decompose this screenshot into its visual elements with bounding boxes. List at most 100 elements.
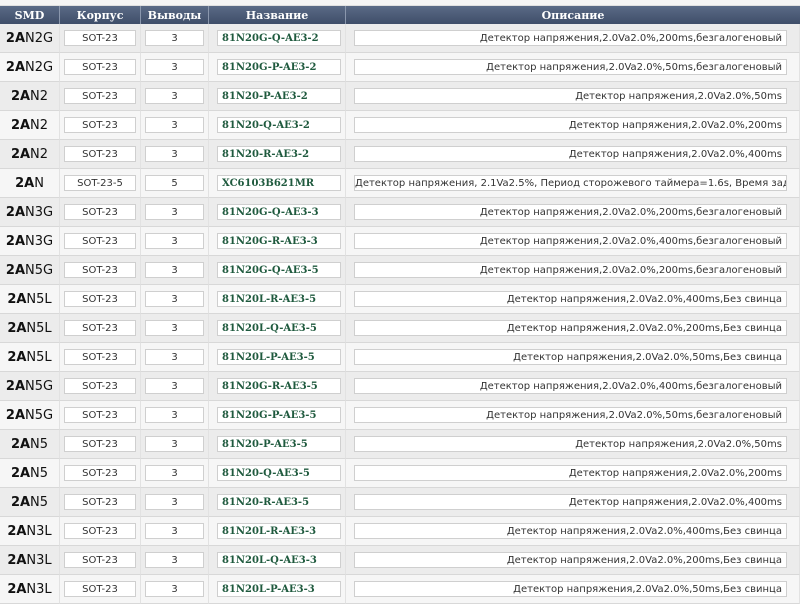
table-row[interactable]: 2AN2 SOT-23 3 81N20-R-AE3-2 Детектор напряже…	[0, 140, 800, 169]
pins-cell: 3	[141, 546, 209, 575]
part-name-link[interactable]: 81N20L-Q-AE3-3	[217, 552, 341, 568]
smd-code-prefix: 2A	[10, 146, 31, 162]
table-row[interactable]: 2AN3L SOT-23 3 81N20L-P-AE3-3 Детектор напря…	[0, 575, 800, 604]
column-header-pins[interactable]: Выводы	[141, 6, 209, 24]
table-row[interactable]: 2AN5 SOT-23 3 81N20-Q-AE3-5 Детектор напряже…	[0, 459, 800, 488]
description-cell: Детектор напряжения,2.0Va2.0%,200ms	[346, 459, 800, 488]
pins-value: 3	[145, 349, 204, 365]
part-name-link[interactable]: 81N20-R-AE3-2	[217, 146, 341, 162]
table-row[interactable]: 2AN5 SOT-23 3 81N20-P-AE3-5 Детектор напряже…	[0, 430, 800, 459]
table-row[interactable]: 2AN SOT-23-5 5 XC6103B621MR Детектор напряже…	[0, 169, 800, 198]
package-value: SOT-23	[64, 88, 136, 104]
smd-code-prefix: 2A	[5, 407, 26, 423]
pins-cell: 3	[141, 24, 209, 53]
part-name-link[interactable]: 81N20L-P-AE3-5	[217, 349, 341, 365]
smd-code-cell: 2AN2	[0, 111, 60, 140]
part-name-link[interactable]: 81N20L-Q-AE3-5	[217, 320, 341, 336]
table-row[interactable]: 2AN3G SOT-23 3 81N20G-R-AE3-3 Детектор напря…	[0, 227, 800, 256]
package-value: SOT-23	[64, 117, 136, 133]
part-name-link[interactable]: 81N20G-Q-AE3-5	[217, 262, 341, 278]
column-header-description[interactable]: Описание	[346, 6, 800, 24]
smd-code-suffix: N3L	[26, 552, 52, 568]
package-value: SOT-23	[64, 523, 136, 539]
part-name-link[interactable]: 81N20L-P-AE3-3	[217, 581, 341, 597]
name-cell: 81N20G-R-AE3-5	[209, 372, 346, 401]
column-header-package[interactable]: Корпус	[60, 6, 141, 24]
smd-code-prefix: 2A	[5, 262, 26, 278]
name-cell: 81N20L-R-AE3-3	[209, 517, 346, 546]
smd-code-suffix: N5L	[26, 320, 52, 336]
package-value: SOT-23	[64, 552, 136, 568]
package-cell: SOT-23	[60, 459, 141, 488]
part-name-link[interactable]: 81N20-P-AE3-2	[217, 88, 341, 104]
column-header-smd[interactable]: SMD	[0, 6, 60, 24]
name-cell: 81N20-P-AE3-2	[209, 82, 346, 111]
part-name-link[interactable]: 81N20G-P-AE3-2	[217, 59, 341, 75]
name-cell: 81N20G-R-AE3-3	[209, 227, 346, 256]
package-value: SOT-23	[64, 436, 136, 452]
table-row[interactable]: 2AN5G SOT-23 3 81N20G-R-AE3-5 Детектор напря…	[0, 372, 800, 401]
table-row[interactable]: 2AN2G SOT-23 3 81N20G-Q-AE3-2 Детектор напря…	[0, 24, 800, 53]
smd-code-cell: 2AN3G	[0, 227, 60, 256]
table-row[interactable]: 2AN3L SOT-23 3 81N20L-Q-AE3-3 Детектор напря…	[0, 546, 800, 575]
table-row[interactable]: 2AN2 SOT-23 3 81N20-P-AE3-2 Детектор напряже…	[0, 82, 800, 111]
part-name-link[interactable]: 81N20-P-AE3-5	[217, 436, 341, 452]
package-cell: SOT-23	[60, 24, 141, 53]
table-row[interactable]: 2AN5G SOT-23 3 81N20G-P-AE3-5 Детектор напря…	[0, 401, 800, 430]
smd-code-suffix: N2G	[25, 30, 54, 46]
smd-code-prefix: 2A	[5, 378, 26, 394]
description-value: Детектор напряжения,2.0Va2.0%,50ms,безга…	[354, 407, 787, 423]
table-row[interactable]: 2AN5L SOT-23 3 81N20L-Q-AE3-5 Детектор напря…	[0, 314, 800, 343]
smd-code-suffix: N3L	[26, 523, 52, 539]
package-cell: SOT-23-5	[60, 169, 141, 198]
description-cell: Детектор напряжения, 2.1Va2.5%, Период с…	[346, 169, 800, 198]
description-value: Детектор напряжения, 2.1Va2.5%, Период с…	[354, 175, 787, 191]
smd-code-cell: 2AN5	[0, 459, 60, 488]
part-name-link[interactable]: 81N20G-P-AE3-5	[217, 407, 341, 423]
part-name-link[interactable]: 81N20G-R-AE3-3	[217, 233, 341, 249]
part-name-link[interactable]: 81N20L-R-AE3-3	[217, 523, 341, 539]
description-value: Детектор напряжения,2.0Va2.0%,200ms	[354, 465, 787, 481]
description-cell: Детектор напряжения,2.0Va2.0%,50ms,Без с…	[346, 343, 800, 372]
part-name-link[interactable]: 81N20-Q-AE3-5	[217, 465, 341, 481]
table-row[interactable]: 2AN5L SOT-23 3 81N20L-R-AE3-5 Детектор напря…	[0, 285, 800, 314]
part-name-link[interactable]: XC6103B621MR	[217, 175, 341, 191]
pins-cell: 3	[141, 198, 209, 227]
description-cell: Детектор напряжения,2.0Va2.0%,200ms,Без …	[346, 546, 800, 575]
part-name-link[interactable]: 81N20-R-AE3-5	[217, 494, 341, 510]
smd-code-suffix: N2G	[25, 59, 54, 75]
table-row[interactable]: 2AN5L SOT-23 3 81N20L-P-AE3-5 Детектор напря…	[0, 343, 800, 372]
package-value: SOT-23-5	[64, 175, 136, 191]
name-cell: 81N20G-Q-AE3-5	[209, 256, 346, 285]
smd-code-prefix: 2A	[10, 436, 31, 452]
smd-code-cell: 2AN2	[0, 82, 60, 111]
part-name-link[interactable]: 81N20L-R-AE3-5	[217, 291, 341, 307]
part-name-link[interactable]: 81N20G-Q-AE3-2	[217, 30, 341, 46]
column-header-name[interactable]: Название	[209, 6, 346, 24]
table-row[interactable]: 2AN5G SOT-23 3 81N20G-Q-AE3-5 Детектор напря…	[0, 256, 800, 285]
part-name-link[interactable]: 81N20G-R-AE3-5	[217, 378, 341, 394]
part-name-link[interactable]: 81N20-Q-AE3-2	[217, 117, 341, 133]
pins-value: 3	[145, 407, 204, 423]
name-cell: 81N20L-Q-AE3-5	[209, 314, 346, 343]
pins-cell: 3	[141, 227, 209, 256]
description-cell: Детектор напряжения,2.0Va2.0%,200ms	[346, 111, 800, 140]
smd-code-suffix: N5G	[25, 378, 54, 394]
description-value: Детектор напряжения,2.0Va2.0%,400ms,Без …	[354, 523, 787, 539]
package-cell: SOT-23	[60, 314, 141, 343]
name-cell: 81N20-R-AE3-2	[209, 140, 346, 169]
table-row[interactable]: 2AN2 SOT-23 3 81N20-Q-AE3-2 Детектор напряже…	[0, 111, 800, 140]
name-cell: 81N20-Q-AE3-5	[209, 459, 346, 488]
smd-code-prefix: 2A	[10, 117, 31, 133]
description-cell: Детектор напряжения,2.0Va2.0%,200ms,безг…	[346, 198, 800, 227]
table-row[interactable]: 2AN5 SOT-23 3 81N20-R-AE3-5 Детектор напряже…	[0, 488, 800, 517]
table-row[interactable]: 2AN3G SOT-23 3 81N20G-Q-AE3-3 Детектор напря…	[0, 198, 800, 227]
table-row[interactable]: 2AN2G SOT-23 3 81N20G-P-AE3-2 Детектор напря…	[0, 53, 800, 82]
part-name-link[interactable]: 81N20G-Q-AE3-3	[217, 204, 341, 220]
table-row[interactable]: 2AN3L SOT-23 3 81N20L-R-AE3-3 Детектор напря…	[0, 517, 800, 546]
pins-value: 3	[145, 581, 204, 597]
package-cell: SOT-23	[60, 401, 141, 430]
description-cell: Детектор напряжения,2.0Va2.0%,50ms	[346, 82, 800, 111]
pins-cell: 3	[141, 575, 209, 604]
smd-code-cell: 2AN5G	[0, 401, 60, 430]
